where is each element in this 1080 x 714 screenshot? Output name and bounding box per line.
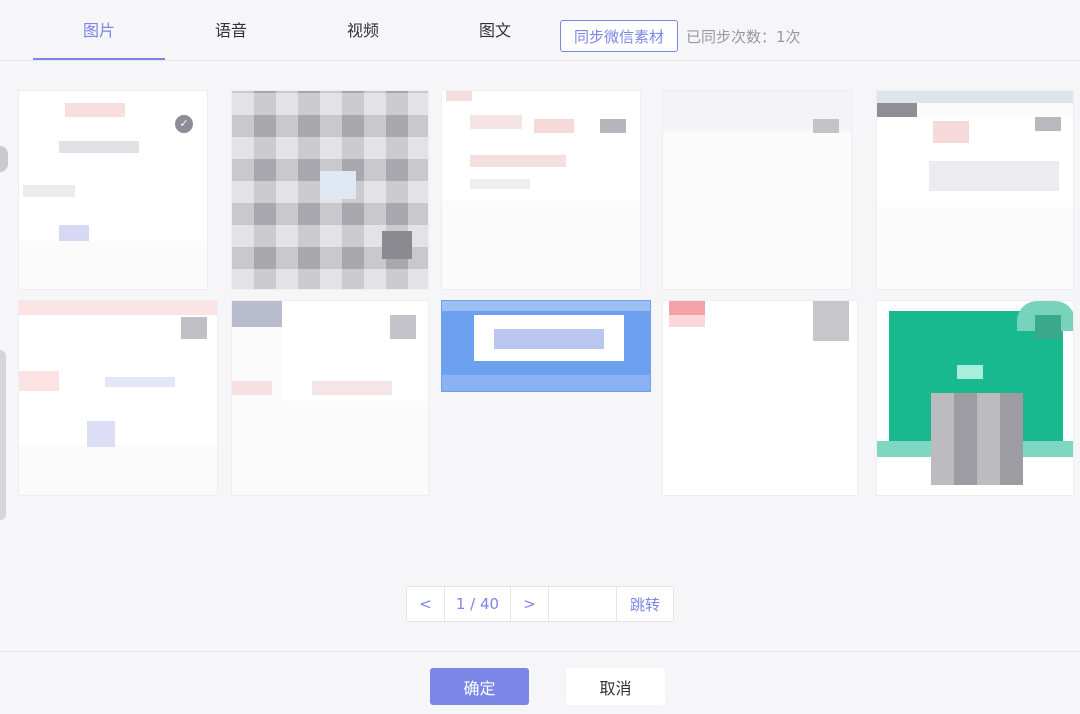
- selected-check-icon: ✓: [175, 115, 193, 133]
- image-thumbnail[interactable]: [441, 90, 641, 290]
- image-thumbnail[interactable]: [662, 300, 858, 496]
- page-indicator: 1 / 40: [445, 587, 511, 621]
- next-page-button[interactable]: >: [511, 587, 549, 621]
- sync-wechat-materials-button[interactable]: 同步微信素材: [560, 20, 678, 52]
- tab-images[interactable]: 图片: [33, 0, 165, 60]
- dialog-footer: 确定 取消: [0, 651, 1080, 714]
- image-thumbnail[interactable]: ✓: [18, 90, 208, 290]
- sync-count-text: 已同步次数：1次: [686, 28, 801, 46]
- image-grid: ✓: [0, 60, 1080, 520]
- confirm-button[interactable]: 确定: [430, 668, 529, 705]
- scroll-edge-indicator: [0, 146, 8, 172]
- jump-button[interactable]: 跳转: [617, 587, 673, 621]
- image-thumbnail[interactable]: [231, 90, 429, 290]
- image-thumbnail[interactable]: [18, 300, 218, 496]
- image-thumbnail[interactable]: [662, 90, 852, 290]
- cancel-button[interactable]: 取消: [566, 668, 665, 705]
- image-thumbnail[interactable]: [441, 300, 651, 392]
- tab-articles[interactable]: 图文: [429, 0, 561, 58]
- tab-video[interactable]: 视频: [297, 0, 429, 58]
- media-type-tabs: 图片 语音 视频 图文 同步微信素材 已同步次数：1次: [0, 0, 1080, 61]
- tab-voice[interactable]: 语音: [165, 0, 297, 58]
- image-thumbnail[interactable]: [231, 300, 429, 496]
- image-thumbnail[interactable]: [876, 90, 1074, 290]
- image-thumbnail[interactable]: [876, 300, 1074, 496]
- pagination: < 1 / 40 > 跳转: [406, 586, 674, 622]
- scroll-edge-indicator: [0, 350, 6, 520]
- jump-page-input[interactable]: [549, 587, 617, 621]
- previous-page-button[interactable]: <: [407, 587, 445, 621]
